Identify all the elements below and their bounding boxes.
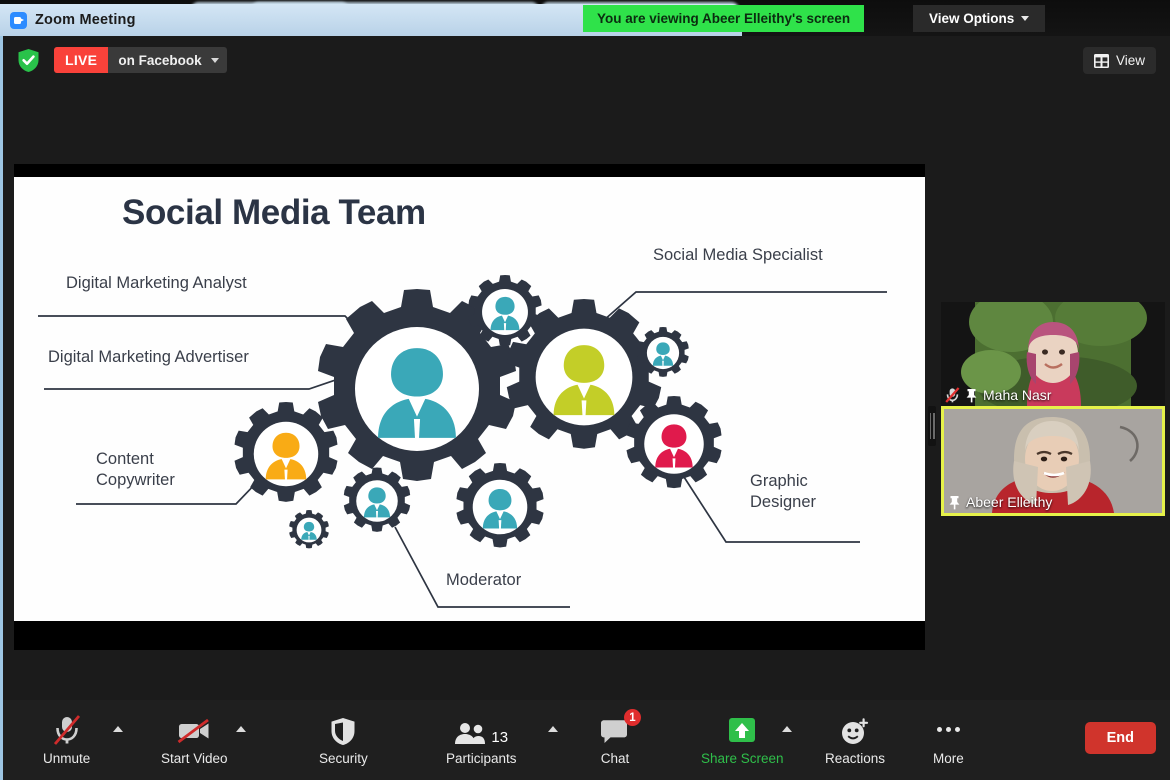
view-layout-button[interactable]: View: [1082, 47, 1156, 74]
share-arrow-icon: [726, 712, 758, 746]
chat-label: Chat: [600, 751, 630, 766]
screen-share-banner: You are viewing Abeer Elleithy's screen: [583, 5, 865, 32]
gears-diagram: [38, 275, 887, 608]
chevron-down-icon: [1021, 16, 1030, 21]
shared-slide: Social Media Team Digital Marketing Anal…: [14, 177, 925, 621]
participant-name: Maha Nasr: [983, 387, 1052, 403]
pin-icon: [948, 495, 961, 510]
slide-label-moderator: Moderator: [446, 571, 522, 589]
participant-name-row: Abeer Elleithy: [944, 491, 1059, 513]
meeting-toolbar: Unmute Start Video Security 13 Participa…: [3, 700, 1170, 780]
shared-screen-stage[interactable]: Social Media Team Digital Marketing Anal…: [14, 164, 925, 650]
screen-share-banner-text: You are viewing Abeer Elleithy's screen: [597, 11, 851, 26]
slide-label-designer: Graphic Designer: [750, 472, 817, 512]
more-button[interactable]: More: [933, 712, 964, 766]
unmute-label: Unmute: [43, 751, 91, 766]
participant-thumbnail-abeer[interactable]: Abeer Elleithy: [941, 406, 1165, 516]
audio-options-caret[interactable]: [113, 726, 123, 732]
live-stream-bar: LIVE on Facebook: [17, 47, 227, 73]
unmute-button[interactable]: Unmute: [43, 712, 90, 766]
participant-thumbnail-strip: Maha Nasr Abeer Elleithy: [941, 302, 1167, 516]
start-video-label: Start Video: [161, 751, 228, 766]
slide-label-copywriter: Content Copywriter: [96, 450, 175, 490]
zoom-camera-icon: [10, 11, 27, 29]
meeting-content-area: LIVE on Facebook View Social Media Team …: [0, 36, 1170, 780]
security-button[interactable]: Security: [319, 712, 368, 766]
participant-name: Abeer Elleithy: [966, 494, 1053, 510]
live-badge: LIVE: [54, 47, 109, 73]
participants-label: Participants: [446, 751, 517, 766]
mic-off-icon: [52, 712, 82, 746]
ellipsis-icon: [936, 712, 960, 746]
slide-label-analyst: Digital Marketing Analyst: [66, 274, 247, 292]
participants-count: 13: [491, 729, 509, 746]
chevron-down-icon: [210, 57, 219, 63]
slide-label-specialist: Social Media Specialist: [653, 246, 823, 264]
participants-button[interactable]: 13 Participants: [446, 712, 517, 766]
live-stream-button[interactable]: LIVE on Facebook: [54, 47, 227, 73]
video-off-icon: [176, 712, 212, 746]
view-options-button[interactable]: View Options: [913, 5, 1046, 32]
video-options-caret[interactable]: [236, 726, 246, 732]
live-destination[interactable]: on Facebook: [108, 53, 226, 68]
share-screen-label: Share Screen: [701, 751, 784, 766]
people-icon: 13: [454, 712, 508, 746]
grid-view-icon: [1093, 53, 1109, 68]
end-meeting-button[interactable]: End: [1084, 722, 1156, 754]
reactions-button[interactable]: Reactions: [825, 712, 885, 766]
slide-label-advertiser: Digital Marketing Advertiser: [48, 348, 249, 366]
shield-check-icon: [17, 48, 40, 73]
start-video-button[interactable]: Start Video: [161, 712, 228, 766]
live-destination-label: on Facebook: [118, 52, 202, 68]
reactions-label: Reactions: [825, 751, 886, 766]
view-button-label: View: [1115, 53, 1145, 68]
shield-icon: [330, 712, 356, 746]
window-title: Zoom Meeting: [35, 12, 136, 28]
emoji-plus-icon: [840, 712, 870, 746]
mic-off-icon: [945, 387, 960, 403]
chat-bubble-icon: 1: [600, 709, 641, 746]
share-options-caret[interactable]: [782, 726, 792, 732]
view-options-label: View Options: [929, 11, 1015, 26]
security-label: Security: [319, 751, 368, 766]
more-label: More: [933, 751, 964, 766]
participants-options-caret[interactable]: [548, 726, 558, 732]
share-screen-button[interactable]: Share Screen: [701, 712, 784, 766]
chat-button[interactable]: 1 Chat: [600, 709, 641, 766]
participant-name-row: Maha Nasr: [941, 384, 1058, 406]
panel-resize-handle[interactable]: [928, 406, 936, 446]
chat-unread-badge: 1: [624, 709, 641, 726]
zoom-meeting-window: Zoom Meeting You are viewing Abeer Ellei…: [0, 0, 1170, 780]
pin-icon: [965, 388, 978, 403]
participant-thumbnail-maha[interactable]: Maha Nasr: [941, 302, 1165, 406]
